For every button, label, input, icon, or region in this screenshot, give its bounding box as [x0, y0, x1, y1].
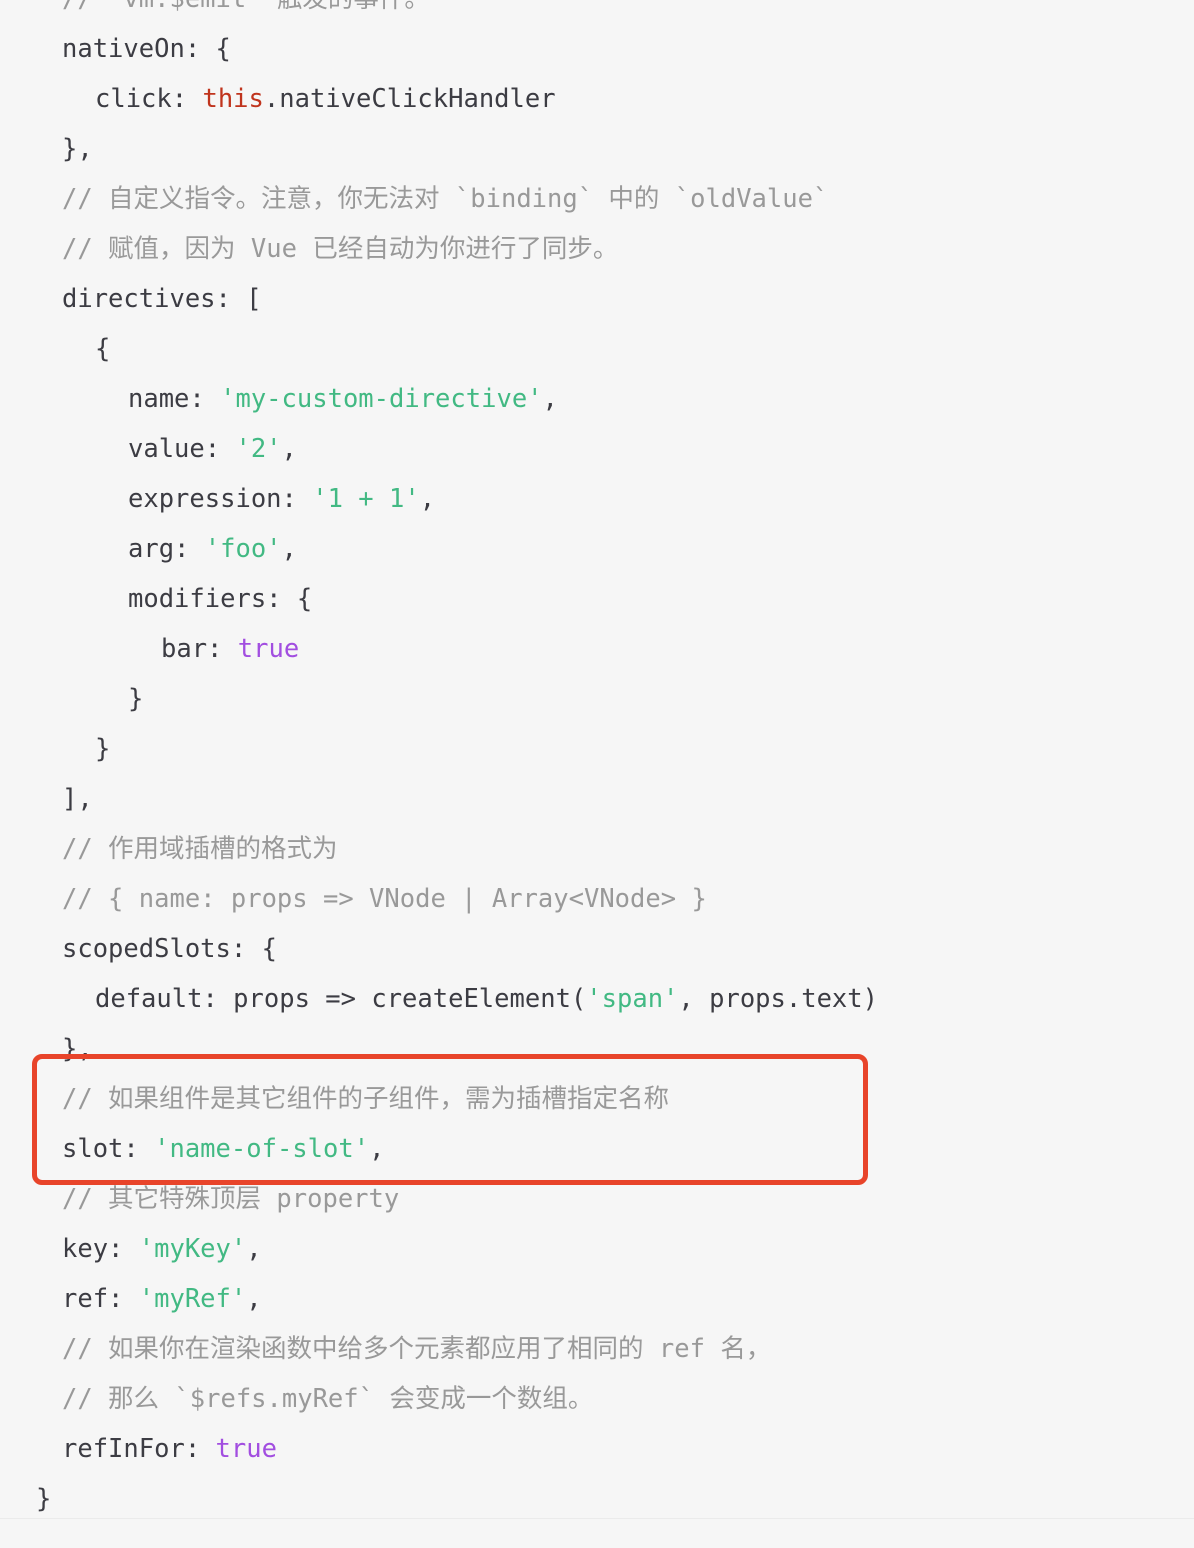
code-line: click: this.nativeClickHandler — [62, 74, 1194, 124]
code-token-plain: } — [95, 734, 111, 764]
code-token-plain: }, — [62, 134, 93, 164]
code-token-plain: , — [246, 1284, 262, 1314]
code-token-plain: value: — [128, 434, 236, 464]
code-token-cmt: // `vm.$emit` 触发的事件。 — [62, 0, 430, 14]
code-line-list: // `vm.$emit` 触发的事件。 nativeOn: { click: th… — [0, 0, 1194, 1518]
code-token-plain: ], — [62, 784, 93, 814]
code-token-str: '2' — [235, 434, 282, 464]
code-token-plain: modifiers: { — [128, 584, 313, 614]
code-token-plain: ref: — [62, 1284, 139, 1314]
code-token-kw: true — [237, 634, 300, 664]
code-line: }, — [62, 1024, 1194, 1074]
code-token-plain: , — [419, 484, 436, 514]
code-token-str: 'span' — [586, 984, 679, 1014]
code-token-cmt: // 如果你在渲染函数中给多个元素都应用了相同的 ref 名， — [62, 1334, 772, 1364]
code-token-kw: true — [215, 1434, 277, 1464]
code-line: name: 'my-custom-directive', — [62, 374, 1194, 424]
code-token-plain: , — [369, 1134, 385, 1164]
code-token-plain: directives: [ — [62, 284, 262, 314]
code-token-plain: bar: — [161, 634, 238, 664]
code-token-plain: name: — [128, 384, 221, 414]
code-token-plain: key: — [62, 1234, 139, 1264]
code-line: arg: 'foo', — [62, 524, 1194, 574]
code-line: // 自定义指令。注意，你无法对 `binding` 中的 `oldValue` — [62, 174, 1194, 224]
code-token-plain: click: — [95, 84, 203, 114]
code-line: directives: [ — [62, 274, 1194, 324]
code-line: bar: true — [62, 624, 1194, 674]
code-line: } — [62, 724, 1194, 774]
code-line: // `vm.$emit` 触发的事件。 — [62, 0, 1194, 24]
code-token-plain: } — [128, 684, 144, 714]
code-line: refInFor: true — [62, 1424, 1194, 1474]
code-token-plain: , props.text) — [678, 984, 878, 1014]
code-token-plain: .nativeClickHandler — [263, 84, 556, 114]
code-token-cmt: // 赋值，因为 Vue 已经自动为你进行了同步。 — [62, 234, 619, 264]
code-line: // 那么 `$refs.myRef` 会变成一个数组。 — [62, 1374, 1194, 1424]
code-token-plain: } — [36, 1484, 52, 1514]
code-token-str: 'my-custom-directive' — [220, 384, 543, 414]
code-token-cmt: // 其它特殊顶层 property — [62, 1184, 400, 1214]
code-line: key: 'myKey', — [62, 1224, 1194, 1274]
code-line: value: '2', — [62, 424, 1194, 474]
code-line: default: props => createElement('span', … — [62, 974, 1194, 1024]
code-token-cmt: // 那么 `$refs.myRef` 会变成一个数组。 — [62, 1384, 594, 1414]
code-token-tok-this: this — [202, 84, 264, 114]
code-token-plain: }, — [62, 1034, 93, 1064]
code-token-plain: , — [246, 1234, 262, 1264]
code-line: // 如果你在渲染函数中给多个元素都应用了相同的 ref 名， — [62, 1324, 1194, 1374]
code-token-cmt: // { name: props => VNode | Array<VNode>… — [62, 884, 707, 914]
code-line: }, — [62, 124, 1194, 174]
code-token-str: 'foo' — [204, 534, 282, 564]
code-token-plain: arg: — [128, 534, 205, 564]
code-token-str: 'name-of-slot' — [154, 1134, 370, 1164]
code-token-plain: , — [542, 384, 558, 414]
code-token-cmt: // 如果组件是其它组件的子组件，需为插槽指定名称 — [62, 1084, 670, 1114]
code-line: } — [36, 1474, 1194, 1518]
code-token-plain: expression: — [128, 484, 313, 514]
code-block-bottom-padding — [0, 1519, 1194, 1548]
code-token-plain: { — [95, 334, 111, 364]
code-line: scopedSlots: { — [62, 924, 1194, 974]
code-scroll-area[interactable]: // `vm.$emit` 触发的事件。 nativeOn: { click: th… — [0, 0, 1194, 1518]
code-line: { — [62, 324, 1194, 374]
code-line: } — [62, 674, 1194, 724]
code-token-cmt: // 作用域插槽的格式为 — [62, 834, 338, 864]
code-line: // 如果组件是其它组件的子组件，需为插槽指定名称 — [62, 1074, 1194, 1124]
code-token-cmt: // 自定义指令。注意，你无法对 `binding` 中的 `oldValue` — [62, 184, 829, 214]
code-token-plain: , — [281, 534, 297, 564]
code-token-plain: nativeOn: { — [62, 34, 231, 64]
code-token-str: 'myRef' — [138, 1284, 247, 1314]
code-line: // { name: props => VNode | Array<VNode>… — [62, 874, 1194, 924]
code-line: slot: 'name-of-slot', — [62, 1124, 1194, 1174]
code-line: modifiers: { — [62, 574, 1194, 624]
code-block: // `vm.$emit` 触发的事件。 nativeOn: { click: th… — [0, 0, 1194, 1548]
code-token-plain: default: props => createElement( — [95, 984, 587, 1014]
code-token-plain: scopedSlots: { — [62, 934, 277, 964]
code-line: expression: '1 + 1', — [62, 474, 1194, 524]
code-line: ref: 'myRef', — [62, 1274, 1194, 1324]
code-token-str: '1 + 1' — [312, 484, 420, 514]
code-line: ], — [62, 774, 1194, 824]
code-line: // 作用域插槽的格式为 — [62, 824, 1194, 874]
code-line: // 赋值，因为 Vue 已经自动为你进行了同步。 — [62, 224, 1194, 274]
code-token-plain: , — [281, 434, 297, 464]
code-token-plain: slot: — [62, 1134, 155, 1164]
code-line: // 其它特殊顶层 property — [62, 1174, 1194, 1224]
code-token-str: 'myKey' — [138, 1234, 247, 1264]
code-token-plain: refInFor: — [62, 1434, 216, 1464]
code-line: nativeOn: { — [62, 24, 1194, 74]
